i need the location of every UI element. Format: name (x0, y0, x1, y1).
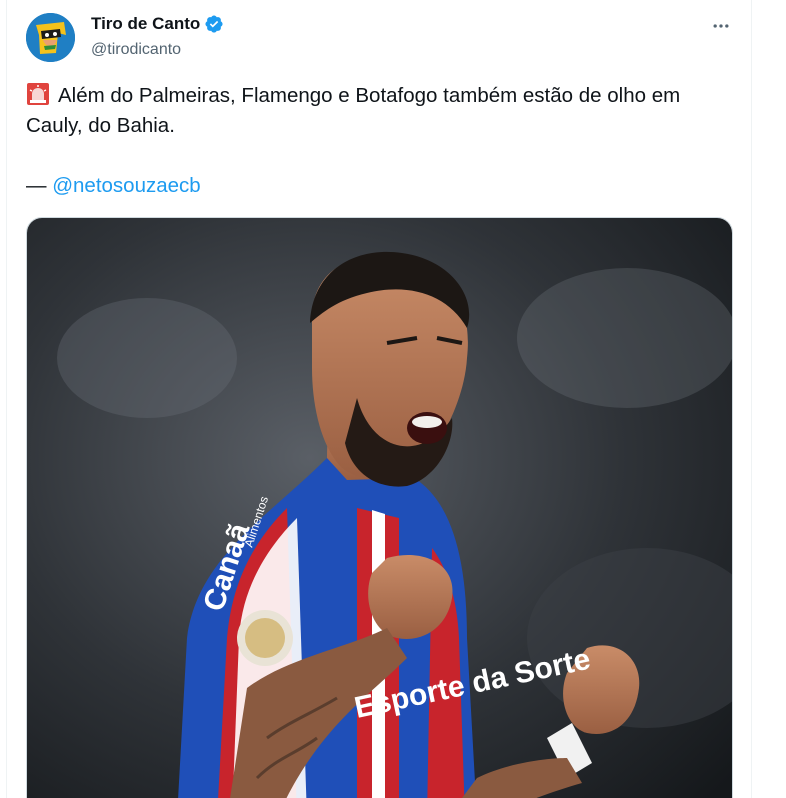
author-display-name[interactable]: Tiro de Canto (91, 14, 200, 34)
tweet-text-line-1: Além do Palmeiras, Flamengo e Botafogo t… (58, 84, 681, 107)
player-celebration-photo: Canaã Alimentos Esporte da Sorte (27, 218, 732, 798)
credit-dash: — (26, 174, 47, 197)
verified-badge-icon (204, 14, 224, 34)
more-horizontal-icon (713, 24, 729, 28)
author-handle[interactable]: @tirodicanto (91, 41, 181, 59)
tweet-text: Além do Palmeiras, Flamengo e Botafogo t… (26, 81, 736, 201)
tweet-card[interactable]: Tiro de Canto @tirodicanto Além do Palme… (6, 0, 752, 798)
cartoon-face-avatar-icon (26, 13, 75, 62)
author-avatar[interactable] (26, 13, 75, 62)
tweet-photo[interactable]: Canaã Alimentos Esporte da Sorte (26, 217, 733, 798)
rotating-light-icon (26, 82, 50, 106)
tweet-text-line-2: Cauly, do Bahia. (26, 114, 175, 137)
credit-mention-link[interactable]: @netosouzaecb (52, 174, 200, 197)
more-options-button[interactable] (709, 14, 733, 38)
